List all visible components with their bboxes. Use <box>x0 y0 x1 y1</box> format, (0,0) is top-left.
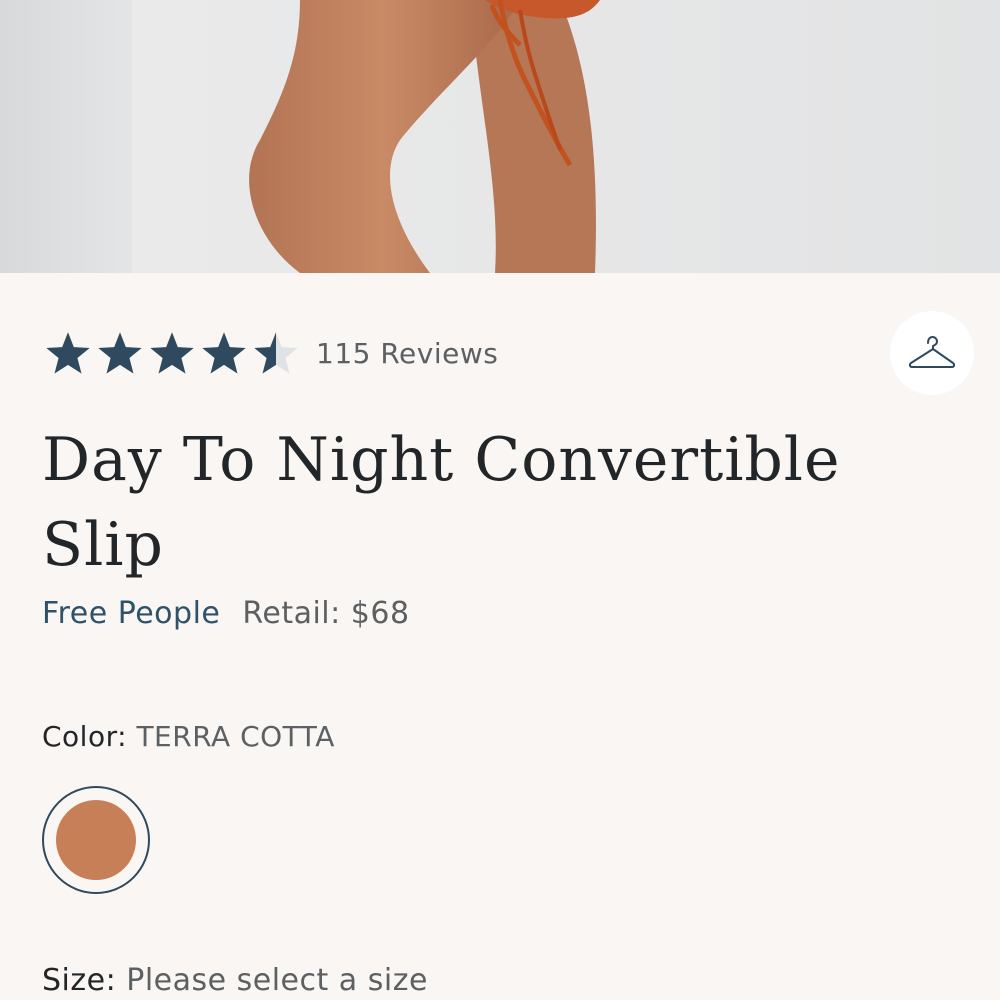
swatch-fill <box>56 800 136 880</box>
reviews-count-link[interactable]: 115 Reviews <box>316 337 498 370</box>
star-icon <box>202 332 246 374</box>
brand-link[interactable]: Free People <box>42 596 220 631</box>
size-value: Please select a size <box>126 963 428 998</box>
brand-price-row: Free People Retail: $68 <box>42 596 410 631</box>
color-selection-label: Color: TERRA COTTA <box>42 720 335 753</box>
retail-price: Retail: $68 <box>242 596 410 631</box>
star-rating <box>42 330 302 376</box>
product-title: Day To Night Convertible Slip <box>42 425 841 580</box>
color-label: Color: <box>42 720 128 753</box>
rating-summary[interactable]: 115 Reviews <box>42 330 498 376</box>
star-icon <box>98 332 142 374</box>
color-swatch-terra-cotta[interactable] <box>42 786 150 894</box>
product-detail-page: 115 Reviews Day To Night Convertible Sli… <box>0 0 1000 1000</box>
star-icon <box>254 332 298 374</box>
product-image[interactable] <box>0 0 1000 273</box>
color-value: TERRA COTTA <box>136 720 335 753</box>
product-photo-illustration <box>0 0 1000 273</box>
size-label: Size: <box>42 963 117 998</box>
add-to-closet-button[interactable] <box>890 311 974 395</box>
size-selection-label: Size: Please select a size <box>42 963 428 998</box>
star-icon <box>150 332 194 374</box>
hanger-icon <box>908 336 956 368</box>
star-icon <box>46 332 90 374</box>
